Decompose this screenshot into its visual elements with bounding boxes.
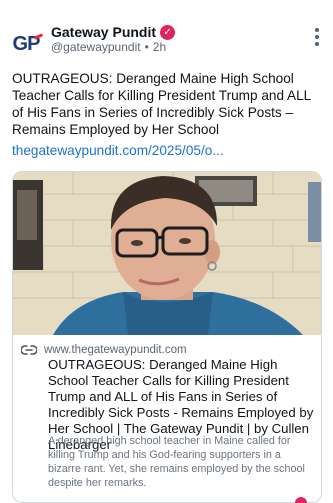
more-dot [315,35,319,39]
post-link[interactable]: thegatewaypundit.com/2025/05/o... [12,143,324,158]
author-handle[interactable]: @gatewaypundit [51,40,141,54]
link-icon [21,345,37,355]
post-text: OUTRAGEOUS: Deranged Maine High School T… [12,71,311,137]
more-options-icon[interactable] [315,28,319,46]
more-dot [315,28,319,32]
reaction-indicator [295,497,307,503]
card-description: A deranged high school teacher in Maine … [48,435,305,489]
card-image[interactable] [13,172,321,335]
verified-icon: ✓ [160,24,176,40]
card-domain: www.thegatewaypundit.com [44,344,187,356]
post-meta: @gatewaypundit • 2h [51,40,166,54]
avatar[interactable]: GP [8,26,44,62]
author-name[interactable]: Gateway Pundit [51,24,156,40]
more-dot [315,42,319,46]
link-preview-card[interactable]: www.thegatewaypundit.com OUTRAGEOUS: Der… [12,171,322,503]
post-header: GP Gateway Pundit ✓ @gatewaypundit • 2h [0,0,333,64]
card-domain-row: www.thegatewaypundit.com [21,344,187,356]
card-image-illustration [13,172,321,335]
author-row: Gateway Pundit ✓ [51,24,176,40]
meta-separator: • [144,40,149,54]
post-timestamp[interactable]: 2h [153,40,166,54]
